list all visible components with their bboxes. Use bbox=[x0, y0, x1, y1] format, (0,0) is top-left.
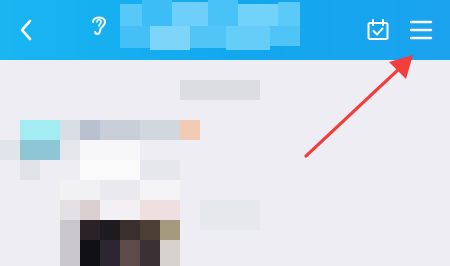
calendar-button[interactable] bbox=[364, 16, 392, 44]
redacted-subtitle bbox=[180, 80, 260, 100]
chevron-left-icon bbox=[20, 19, 32, 41]
back-button[interactable] bbox=[12, 16, 40, 44]
calendar-check-icon bbox=[367, 19, 389, 40]
top-app-bar bbox=[0, 0, 450, 60]
menu-button[interactable] bbox=[407, 16, 435, 44]
redacted-content bbox=[200, 200, 260, 230]
hamburger-menu-icon bbox=[409, 20, 433, 40]
ear-icon bbox=[92, 16, 107, 35]
redacted-title bbox=[118, 0, 308, 60]
